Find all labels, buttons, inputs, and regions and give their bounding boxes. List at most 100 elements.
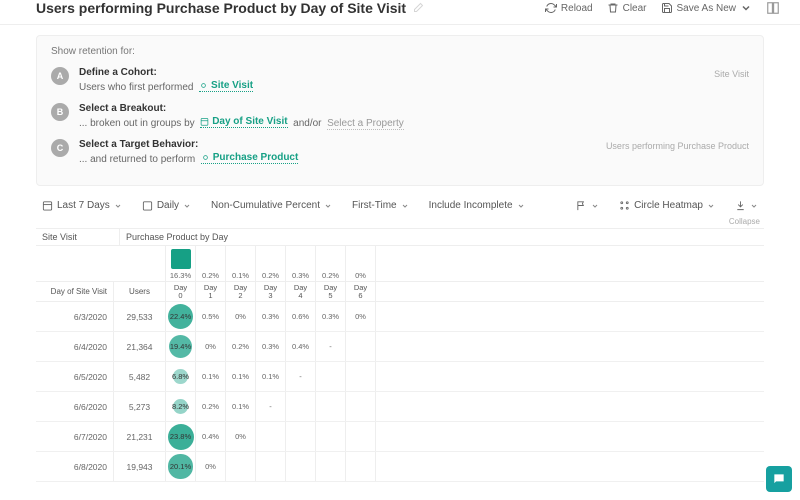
data-cell[interactable] (316, 422, 346, 451)
row-date: 6/5/2020 (36, 362, 114, 391)
download-button[interactable] (729, 196, 764, 215)
select-property-link[interactable]: Select a Property (327, 118, 404, 130)
data-cell[interactable]: 0.3% (256, 332, 286, 361)
cell-value: 0.2% (232, 342, 249, 351)
layout-icon[interactable] (766, 1, 780, 15)
data-cell[interactable] (346, 362, 376, 391)
save-as-new-button[interactable]: Save As New (661, 2, 752, 14)
filter-bar: Last 7 Days Daily Non-Cumulative Percent… (0, 196, 800, 215)
collapse-link[interactable]: Collapse (0, 217, 800, 228)
data-cell[interactable]: 20.1% (166, 452, 196, 481)
summary-cell: 0.2% (316, 246, 346, 282)
data-cell[interactable] (316, 452, 346, 481)
data-cell[interactable] (256, 452, 286, 481)
target-behavior-tag[interactable]: Purchase Product (201, 152, 299, 164)
data-cell[interactable] (316, 362, 346, 391)
data-cell[interactable]: 0% (196, 332, 226, 361)
data-cell[interactable]: 0.1% (226, 362, 256, 391)
data-cell[interactable]: 23.8% (166, 422, 196, 451)
day-label: Day1 (196, 282, 226, 301)
table-row: 6/4/202021,36419.4%0%0.2%0.3%0.4%- (36, 332, 764, 362)
heatmap-circle: 22.4% (168, 304, 194, 330)
data-cell[interactable]: - (256, 392, 286, 421)
breakout-label: Day of Site Visit (212, 116, 287, 127)
data-cell[interactable]: 19.4% (166, 332, 196, 361)
data-cell[interactable]: - (316, 332, 346, 361)
data-cell[interactable]: 0.6% (286, 302, 316, 331)
viz-label: Circle Heatmap (634, 200, 703, 211)
row-date: 6/8/2020 (36, 452, 114, 481)
cohort-event-label: Site Visit (211, 80, 253, 91)
row-date: 6/7/2020 (36, 422, 114, 451)
data-cell[interactable] (346, 392, 376, 421)
day-label: Day2 (226, 282, 256, 301)
data-cell[interactable]: 0.1% (196, 362, 226, 391)
cohort-event-tag[interactable]: Site Visit (199, 80, 253, 92)
data-cell[interactable] (346, 452, 376, 481)
data-cell[interactable]: 0.4% (196, 422, 226, 451)
mode-filter[interactable]: Non-Cumulative Percent (205, 196, 338, 215)
data-cell[interactable] (286, 392, 316, 421)
data-cell[interactable]: 0.3% (256, 302, 286, 331)
firsttime-filter[interactable]: First-Time (346, 196, 415, 215)
chevron-down-icon (324, 202, 332, 210)
data-cell[interactable]: 0% (346, 302, 376, 331)
daterange-filter[interactable]: Last 7 Days (36, 196, 128, 215)
heatmap-circle: 23.8% (168, 424, 194, 450)
data-cell[interactable]: 0.3% (316, 302, 346, 331)
data-cell[interactable]: 0% (226, 422, 256, 451)
summary-square-icon (171, 249, 191, 269)
calendar-icon (42, 200, 53, 211)
data-cell[interactable] (226, 452, 256, 481)
data-cell[interactable]: 22.4% (166, 302, 196, 331)
data-cell[interactable] (316, 392, 346, 421)
data-cell[interactable]: 6.8% (166, 362, 196, 391)
flag-button[interactable] (570, 196, 605, 215)
row-users: 21,231 (114, 422, 166, 451)
grain-filter[interactable]: Daily (136, 196, 197, 215)
data-cell[interactable] (346, 422, 376, 451)
reload-icon (545, 2, 557, 14)
data-cell[interactable] (346, 332, 376, 361)
data-cell[interactable]: 0% (196, 452, 226, 481)
summary-pct: 0.1% (232, 271, 249, 280)
data-cell[interactable]: 0.1% (226, 392, 256, 421)
data-cell[interactable]: 0.2% (196, 392, 226, 421)
summary-pct: 0.2% (202, 271, 219, 280)
clear-button[interactable]: Clear (607, 2, 647, 14)
subheader-date: Day of Site Visit (36, 282, 114, 301)
data-cell[interactable]: 0.1% (256, 362, 286, 391)
cell-value: 0.3% (322, 312, 339, 321)
summary-pct: 0.2% (322, 271, 339, 280)
step-a-title: Define a Cohort: (79, 67, 749, 78)
data-cell[interactable]: 0.2% (226, 332, 256, 361)
table-row: 6/8/202019,94320.1%0% (36, 452, 764, 482)
cell-value: 0.1% (232, 402, 249, 411)
summary-cell: 0.2% (256, 246, 286, 282)
cell-value: 0.1% (262, 372, 279, 381)
step-c-sub-text: ... and returned to perform (79, 154, 195, 165)
data-cell[interactable] (286, 422, 316, 451)
data-cell[interactable]: 8.2% (166, 392, 196, 421)
page-title: Users performing Purchase Product by Day… (36, 0, 424, 16)
cell-value: 0.6% (292, 312, 309, 321)
summary-cell: 0.3% (286, 246, 316, 282)
data-cell[interactable] (286, 452, 316, 481)
edit-icon[interactable] (412, 2, 424, 14)
data-cell[interactable]: 0.4% (286, 332, 316, 361)
reload-button[interactable]: Reload (545, 2, 593, 14)
chevron-down-icon (183, 202, 191, 210)
data-cell[interactable]: - (286, 362, 316, 391)
chevron-down-icon (114, 202, 122, 210)
viz-picker[interactable]: Circle Heatmap (613, 196, 721, 215)
table-row: 6/6/20205,2738.2%0.2%0.1%- (36, 392, 764, 422)
includeincomplete-filter[interactable]: Include Incomplete (423, 196, 531, 215)
config-panel: Show retention for: A Define a Cohort: U… (36, 35, 764, 186)
step-a-sub: Users who first performed Site Visit (79, 80, 749, 93)
heatmap-circle: 19.4% (169, 335, 193, 359)
data-cell[interactable] (256, 422, 286, 451)
breakout-tag[interactable]: Day of Site Visit (200, 116, 287, 128)
chat-fab[interactable] (766, 466, 792, 492)
data-cell[interactable]: 0.5% (196, 302, 226, 331)
data-cell[interactable]: 0% (226, 302, 256, 331)
